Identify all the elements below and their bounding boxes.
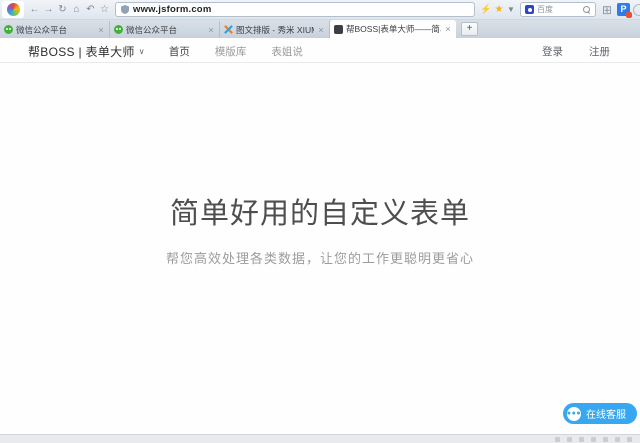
search-icon[interactable]	[583, 6, 591, 14]
site-nav: 首页 模版库 表姐说	[169, 44, 303, 59]
tray-icon	[627, 437, 632, 442]
browser-logo-icon	[7, 3, 20, 16]
auth-links: 登录 注册	[542, 44, 610, 59]
forward-icon[interactable]: →	[42, 2, 55, 18]
xiumi-icon	[224, 25, 233, 34]
hero-title: 简单好用的自定义表单	[0, 190, 640, 232]
hero-subtitle: 帮您高效处理各类数据，让您的工作更聪明更省心	[0, 248, 640, 267]
chevron-down-icon: ∨	[139, 47, 145, 56]
wechat-icon	[114, 25, 123, 34]
wechat-icon	[4, 25, 13, 34]
clipped-toolbar-icon[interactable]	[633, 4, 640, 16]
url-text: www.jsform.com	[133, 4, 211, 15]
tray-icon	[615, 437, 620, 442]
back-icon[interactable]: ←	[28, 2, 41, 18]
home-icon[interactable]: ⌂	[70, 2, 83, 18]
tab-title: 帮BOSS|表单大师——简单好用	[346, 23, 441, 35]
login-link[interactable]: 登录	[542, 44, 563, 59]
close-icon[interactable]: ×	[444, 24, 452, 34]
nav-item-blog[interactable]: 表姐说	[271, 44, 303, 59]
online-support-button[interactable]: ●●● 在线客服	[563, 403, 637, 424]
tab-bar: 微信公众平台 × 微信公众平台 × 图文排版 - 秀米 XIUMI × 帮BOS…	[0, 20, 640, 38]
browser-toolbar: ← → ↻ ⌂ ↶ ☆ www.jsform.com ⚡ ★ ▼ 百度 ⊞ P	[0, 0, 640, 20]
web-page: 帮BOSS | 表单大师 ∨ 首页 模版库 表姐说 登录 注册 简单好用的自定义…	[0, 38, 640, 434]
plugin-p-icon[interactable]: P	[617, 3, 630, 16]
dropdown-caret-icon[interactable]: ▼	[506, 5, 516, 14]
refresh-icon[interactable]: ↻	[56, 2, 69, 18]
search-engine-label: 百度	[537, 4, 580, 15]
tab-jsform-active[interactable]: 帮BOSS|表单大师——简单好用 ×	[330, 20, 456, 38]
tab-title: 微信公众平台	[16, 24, 94, 36]
nav-item-home[interactable]: 首页	[169, 44, 190, 59]
tray-icon	[603, 437, 608, 442]
tray-icon	[579, 437, 584, 442]
plugin-badge	[626, 12, 632, 18]
tab-title: 微信公众平台	[126, 24, 204, 36]
tray-icon	[555, 437, 560, 442]
tab-wechat-1[interactable]: 微信公众平台 ×	[0, 21, 110, 38]
chat-bubble-icon: ●●●	[567, 407, 581, 421]
close-icon[interactable]: ×	[97, 25, 105, 35]
register-link[interactable]: 注册	[589, 44, 610, 59]
close-icon[interactable]: ×	[207, 25, 215, 35]
nav-item-templates[interactable]: 模版库	[215, 44, 247, 59]
chat-dots: ●●●	[567, 410, 581, 417]
jsform-favicon	[334, 25, 343, 34]
close-icon[interactable]: ×	[317, 25, 325, 35]
tab-title: 图文排版 - 秀米 XIUMI	[236, 24, 314, 36]
support-label: 在线客服	[586, 406, 626, 421]
favorites-star-icon[interactable]: ☆	[98, 2, 111, 18]
apps-grid-icon[interactable]: ⊞	[600, 3, 614, 17]
shield-icon	[121, 5, 129, 14]
site-logo[interactable]: 帮BOSS | 表单大师 ∨	[28, 43, 145, 60]
address-bar[interactable]: www.jsform.com	[115, 2, 475, 17]
tab-wechat-2[interactable]: 微信公众平台 ×	[110, 21, 220, 38]
browser-window: ← → ↻ ⌂ ↶ ☆ www.jsform.com ⚡ ★ ▼ 百度 ⊞ P	[0, 0, 640, 443]
hero-section: 简单好用的自定义表单 帮您高效处理各类数据，让您的工作更聪明更省心	[0, 190, 640, 267]
browser-menu-button[interactable]	[2, 1, 24, 18]
site-logo-text: 帮BOSS | 表单大师	[28, 43, 135, 60]
baidu-icon	[525, 5, 534, 14]
bookmark-star-icon[interactable]: ★	[493, 4, 505, 15]
tray-icon	[591, 437, 596, 442]
site-header: 帮BOSS | 表单大师 ∨ 首页 模版库 表姐说 登录 注册	[0, 38, 640, 63]
lightning-icon[interactable]: ⚡	[480, 4, 492, 15]
taskbar-sliver	[0, 434, 640, 443]
new-tab-button[interactable]: +	[461, 22, 478, 36]
tab-xiumi[interactable]: 图文排版 - 秀米 XIUMI ×	[220, 21, 330, 38]
undo-icon[interactable]: ↶	[84, 2, 97, 18]
tray-icon	[567, 437, 572, 442]
search-box[interactable]: 百度	[520, 2, 596, 17]
